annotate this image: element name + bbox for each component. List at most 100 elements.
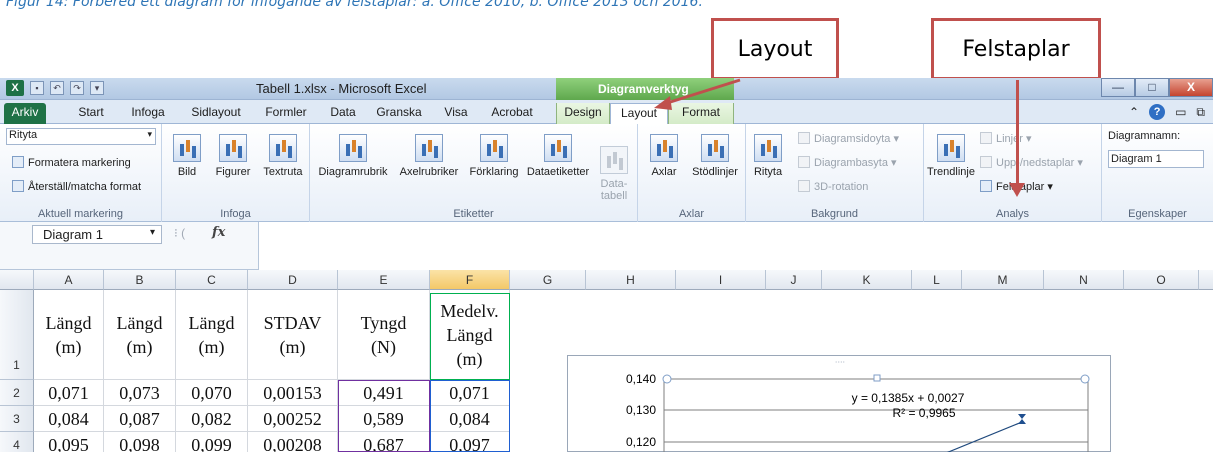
column-header-e[interactable]: E [338,270,430,290]
maximize-icon[interactable]: □ [1135,78,1169,97]
cell-f4[interactable]: 0,097 [430,432,510,452]
tab-formler[interactable]: Formler [260,103,312,124]
column-header-c[interactable]: C [176,270,248,290]
legend-button[interactable]: Förklaring [466,134,522,178]
column-header-k[interactable]: K [822,270,912,290]
insert-textbox-button[interactable]: Textruta [258,134,308,178]
column-header-i[interactable]: I [676,270,766,290]
cell-d4[interactable]: 0,00208 [248,432,338,452]
cell-d3[interactable]: 0,00252 [248,406,338,432]
column-header-p[interactable]: P [1199,270,1213,290]
close-icon[interactable]: X [1169,78,1213,97]
column-header-l[interactable]: L [912,270,962,290]
cell-a1[interactable]: Längd (m) [34,290,104,380]
column-header-b[interactable]: B [104,270,176,290]
data-point-marker[interactable] [1018,414,1026,419]
tab-sidlayout[interactable]: Sidlayout [186,103,246,124]
cell-f2[interactable]: 0,071 [430,380,510,406]
format-selection-button[interactable]: Formatera markering [12,156,131,169]
cell-c3[interactable]: 0,082 [176,406,248,432]
cell-b3[interactable]: 0,087 [104,406,176,432]
gridlines-button[interactable]: Stödlinjer [686,134,744,178]
window-menu-icon[interactable]: ⧉ [1196,105,1205,120]
chart-move-grip-icon[interactable]: ···· [835,358,845,367]
insert-picture-button[interactable]: Bild [170,134,204,178]
resize-handle-top[interactable] [873,374,881,382]
insert-shapes-button[interactable]: Figurer [210,134,256,178]
data-table-button[interactable]: Data- tabell [594,134,634,202]
cell-e3[interactable]: 0,589 [338,406,430,432]
column-header-a[interactable]: A [34,270,104,290]
axis-titles-button[interactable]: Axelrubriker [394,134,464,178]
cell-c2[interactable]: 0,070 [176,380,248,406]
cell-b1[interactable]: Längd (m) [104,290,176,380]
tab-infoga[interactable]: Infoga [124,103,172,124]
cell-a3[interactable]: 0,084 [34,406,104,432]
up-down-bars-button[interactable]: Upp-/nedstaplar ▾ [980,156,1083,169]
cell-d2[interactable]: 0,00153 [248,380,338,406]
excel-logo-icon[interactable]: X [6,80,24,96]
cell-b2[interactable]: 0,073 [104,380,176,406]
minimize-icon[interactable]: — [1101,78,1135,97]
undo-icon[interactable]: ↶ [50,81,64,95]
column-header-g[interactable]: G [510,270,586,290]
restore-window-icon[interactable]: ▭ [1175,105,1186,119]
select-all-corner[interactable] [0,270,34,290]
tab-visa[interactable]: Visa [440,103,472,124]
column-header-m[interactable]: M [962,270,1044,290]
tab-start[interactable]: Start [70,103,112,124]
column-header-j[interactable]: J [766,270,822,290]
axes-button[interactable]: Axlar [644,134,684,178]
column-header-f[interactable]: F [430,270,510,290]
redo-icon[interactable]: ↷ [70,81,84,95]
name-box-chevron-icon[interactable]: ▾ [150,227,155,238]
chart-wall-button[interactable]: Diagramsidoyta ▾ [798,132,899,145]
cell-f1[interactable]: Medelv. Längd (m) [430,290,510,380]
formula-input[interactable] [258,222,1213,270]
tab-data[interactable]: Data [326,103,360,124]
column-header-d[interactable]: D [248,270,338,290]
felstaplar-callout-text: Felstaplar [962,36,1070,62]
cell-c1[interactable]: Längd (m) [176,290,248,380]
cell-a4[interactable]: 0,095 [34,432,104,452]
chart-name-input[interactable]: Diagram 1 [1108,150,1204,168]
cell-e1[interactable]: Tyngd (N) [338,290,430,380]
worksheet-grid[interactable]: ABCDEFGHIJKLMNOP 1234 Längd(m)Längd(m)Lä… [0,270,1213,452]
name-box[interactable]: Diagram 1 [32,225,162,244]
cell-f3[interactable]: 0,084 [430,406,510,432]
chart-floor-button[interactable]: Diagrambasyta ▾ [798,156,897,169]
insert-function-icon[interactable]: fx [212,225,225,240]
row-header-3[interactable]: 3 [0,406,34,432]
cell-e4[interactable]: 0,687 [338,432,430,452]
tab-arkiv[interactable]: Arkiv [4,103,46,124]
tab-granska[interactable]: Granska [372,103,426,124]
chart-object[interactable]: 0,140 0,130 0,120 y = 0,1385x + 0,0027 R… [567,355,1111,452]
column-header-n[interactable]: N [1044,270,1124,290]
column-header-h[interactable]: H [586,270,676,290]
row-header-1[interactable]: 1 [0,290,34,380]
chart-title-button[interactable]: Diagramrubrik [312,134,394,178]
data-labels-button[interactable]: Dataetiketter [522,134,594,178]
trendline-button[interactable]: Trendlinje [926,134,976,178]
tab-design[interactable]: Design [556,103,610,124]
resize-handle-top-right[interactable] [1080,374,1090,384]
tab-acrobat[interactable]: Acrobat [484,103,540,124]
row-header-2[interactable]: 2 [0,380,34,406]
reset-match-style-button[interactable]: Återställ/matcha format [12,180,141,193]
customize-qat-icon[interactable]: ▾ [90,81,104,95]
lines-button[interactable]: Linjer ▾ [980,132,1031,145]
cell-e2[interactable]: 0,491 [338,380,430,406]
chart-element-dropdown[interactable]: Rityta ▾ [6,128,156,145]
cell-c4[interactable]: 0,099 [176,432,248,452]
resize-handle-top-left[interactable] [662,374,672,384]
minimize-ribbon-icon[interactable]: ⌃ [1129,105,1139,119]
save-icon[interactable]: ▪ [30,81,44,95]
cell-a2[interactable]: 0,071 [34,380,104,406]
cell-d1[interactable]: STDAV (m) [248,290,338,380]
row-header-4[interactable]: 4 [0,432,34,452]
plot-area-button[interactable]: Rityta [750,134,786,178]
column-header-o[interactable]: O [1124,270,1199,290]
help-icon[interactable]: ? [1149,104,1166,120]
cell-b4[interactable]: 0,098 [104,432,176,452]
3d-rotation-button[interactable]: 3D-rotation [798,180,868,193]
